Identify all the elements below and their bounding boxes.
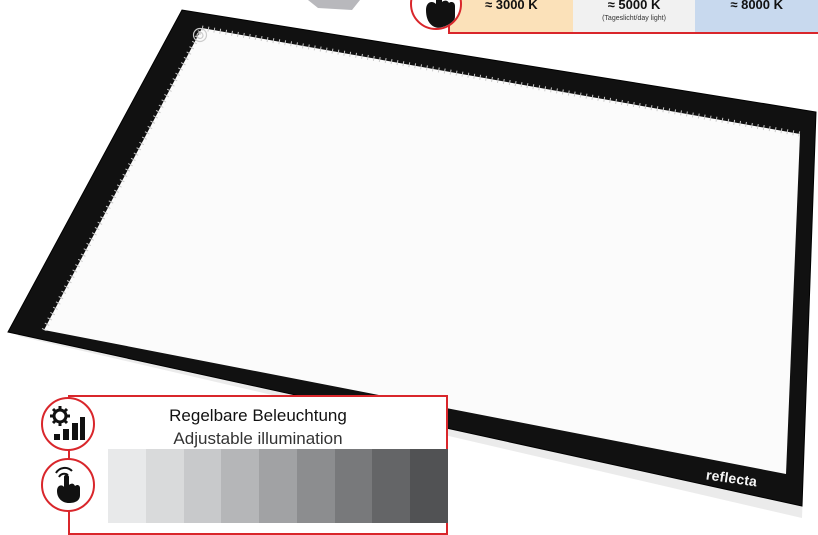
brightness-level-swatch xyxy=(108,449,146,523)
brightness-level-swatch xyxy=(296,449,335,523)
brightness-level-swatch xyxy=(334,449,373,523)
temp-option-warm: ≈ 3000 K xyxy=(450,0,573,32)
brightness-level-swatch xyxy=(221,449,260,523)
brightness-level-swatch xyxy=(145,449,184,523)
brightness-level-swatch xyxy=(410,449,449,523)
temp-value: ≈ 8000 K xyxy=(730,0,784,12)
brightness-level-swatch xyxy=(372,449,411,523)
temp-note: (Tageslicht/day light) xyxy=(602,15,666,22)
temp-value: ≈ 5000 K xyxy=(607,0,661,12)
brightness-level-swatch xyxy=(183,449,222,523)
brightness-settings-icon xyxy=(41,397,95,451)
cable-connector xyxy=(308,0,360,10)
power-button-icon[interactable] xyxy=(192,27,208,43)
illumination-title: Regelbare Beleuchtung xyxy=(169,406,347,425)
temp-option-cool: ≈ 8000 K xyxy=(695,0,818,32)
brightness-level-swatch xyxy=(259,449,297,523)
brightness-levels xyxy=(108,449,449,523)
temp-option-daylight: ≈ 5000 K (Tageslicht/day light) xyxy=(572,0,696,32)
illumination-panel: Regelbare Beleuchtung Adjustable illumin… xyxy=(68,395,449,535)
temp-value: ≈ 3000 K xyxy=(485,0,538,12)
illumination-subtitle: Adjustable illumination xyxy=(173,429,343,448)
color-temperature-panel: ≈ 3000 K ≈ 5000 K (Tageslicht/day light)… xyxy=(448,0,818,34)
product-scene: reflecta ≈ 3000 K ≈ 5000 K (Tageslicht/d… xyxy=(0,0,818,535)
hand-touch-icon xyxy=(41,458,95,512)
